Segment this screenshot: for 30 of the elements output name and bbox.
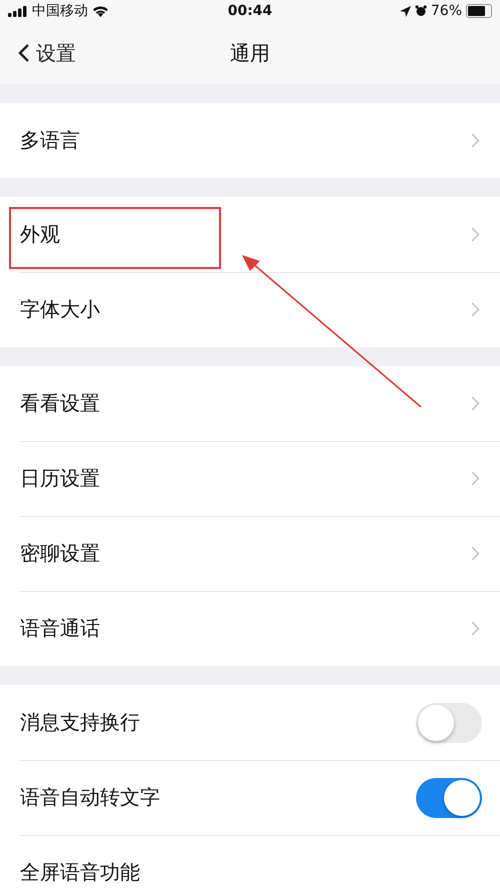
page-title: 通用 xyxy=(230,40,270,66)
chevron-icon xyxy=(471,302,480,317)
setting-label: 多语言 xyxy=(20,127,80,154)
chevron-icon xyxy=(471,621,480,636)
chevron-icon xyxy=(471,396,480,411)
setting-label: 看看设置 xyxy=(20,390,100,417)
setting-label: 密聊设置 xyxy=(20,540,100,567)
chevron-icon xyxy=(471,227,480,242)
setting-label: 字体大小 xyxy=(20,296,100,323)
back-button[interactable]: 设置 xyxy=(0,40,76,66)
setting-label: 全屏语音功能 xyxy=(20,859,140,886)
setting-label: 语音通话 xyxy=(20,615,100,642)
wifi-icon xyxy=(92,5,109,17)
battery-icon xyxy=(466,4,492,18)
toggle-switch[interactable] xyxy=(416,778,482,818)
chevron-icon xyxy=(471,133,480,148)
setting-label: 消息支持换行 xyxy=(20,709,140,736)
status-time: 00:44 xyxy=(228,3,272,19)
alarm-icon xyxy=(414,5,427,17)
toggle-switch[interactable] xyxy=(416,702,482,742)
chevron-icon xyxy=(471,471,480,486)
setting-label: 外观 xyxy=(20,221,60,248)
chevron-icon xyxy=(471,546,480,561)
setting-label: 日历设置 xyxy=(20,465,100,492)
back-chevron-icon xyxy=(18,43,30,63)
battery-percent: 76% xyxy=(430,3,462,19)
signal-icon xyxy=(8,6,28,16)
location-icon xyxy=(400,6,411,16)
setting-label: 语音自动转文字 xyxy=(20,784,160,811)
carrier-name: 中国移动 xyxy=(32,2,88,20)
